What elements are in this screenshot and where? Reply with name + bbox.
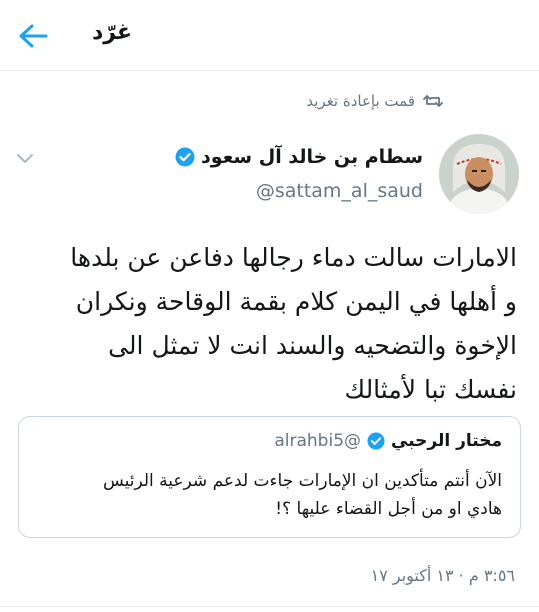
quoted-line: الآن أنتم متأكدين ان الإمارات جاءت لدعم … bbox=[102, 471, 502, 491]
tweet-line: الإخوة والتضحيه والسند انت لا تمثل الى bbox=[108, 331, 517, 360]
quoted-tweet-header: مختار الرحبي @alrahbi5 bbox=[274, 431, 502, 451]
avatar[interactable] bbox=[439, 134, 519, 214]
retweet-label: قمت بإعادة تغريد bbox=[306, 92, 415, 110]
arrow-left-icon bbox=[19, 24, 48, 48]
tweet-menu-button[interactable] bbox=[16, 150, 34, 163]
quoted-author-handle: @alrahbi5 bbox=[274, 431, 362, 451]
tweet-line: نفسك تبا لأمثالك bbox=[344, 375, 518, 404]
chevron-down-icon bbox=[17, 154, 33, 163]
tweet-text: الامارات سالت دماء رجالها دفاعن عن بلدها… bbox=[22, 236, 517, 412]
tweet-line: الامارات سالت دماء رجالها دفاعن عن بلدها bbox=[70, 243, 517, 272]
app-header: غرّد bbox=[0, 0, 539, 71]
author-name: سطام بن خالد آل سعود bbox=[201, 146, 423, 168]
author-handle[interactable]: @sattam_al_saud bbox=[256, 180, 423, 202]
tweet-timestamp[interactable]: ٣:٥٦ م · ١٣ أكتوبر ١٧ bbox=[371, 566, 515, 585]
quoted-tweet[interactable]: مختار الرحبي @alrahbi5 الآن أنتم متأكدين… bbox=[18, 416, 521, 538]
retweet-context: قمت بإعادة تغريد bbox=[306, 92, 443, 110]
quoted-line: هادي او من أجل القضاء عليها ؟! bbox=[275, 499, 502, 519]
quoted-tweet-text: الآن أنتم متأكدين ان الإمارات جاءت لدعم … bbox=[33, 467, 502, 523]
author-name-row[interactable]: سطام بن خالد آل سعود bbox=[175, 146, 423, 168]
tweet-line: و أهلها في اليمن كلام بقمة الوقاحة ونكرا… bbox=[75, 287, 517, 316]
divider bbox=[0, 606, 539, 607]
page-title: غرّد bbox=[92, 20, 133, 45]
avatar-image bbox=[439, 134, 519, 214]
back-button[interactable] bbox=[16, 22, 50, 50]
retweet-icon bbox=[423, 95, 443, 107]
quoted-author-name: مختار الرحبي bbox=[391, 431, 502, 451]
verified-badge-icon bbox=[175, 147, 195, 167]
verified-badge-icon bbox=[367, 432, 385, 450]
